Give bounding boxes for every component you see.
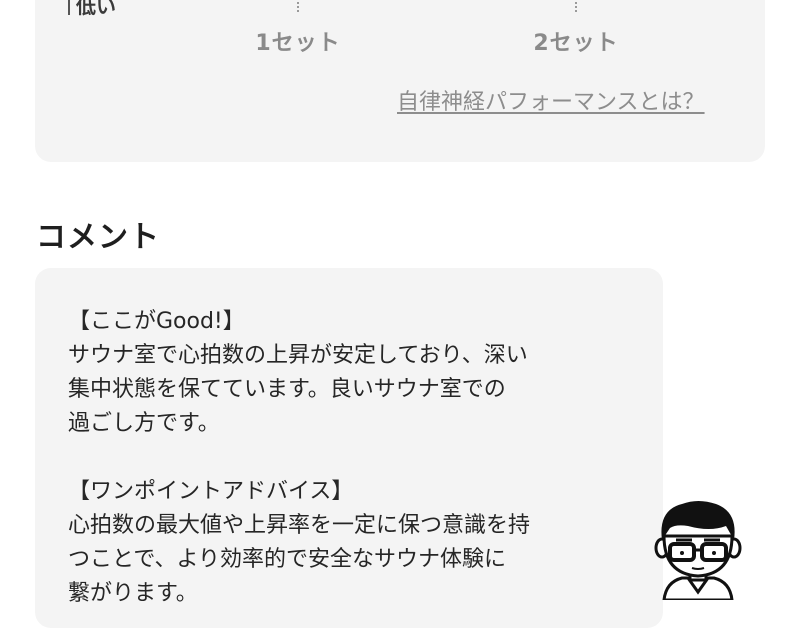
good-heading: 【ここがGood!】 [68, 309, 245, 334]
set-1-tick [297, 0, 299, 12]
set-2-label: 2セット [533, 31, 619, 56]
axis-low-label: 低い [68, 0, 116, 18]
autonomic-performance-info-link[interactable]: 自律神経パフォーマンスとは？ [397, 84, 705, 116]
advice-heading: 【ワンポイントアドバイス】 [68, 479, 354, 504]
performance-card [35, 0, 765, 162]
comment-text: 【ここがGood!】 サウナ室で心拍数の上昇が安定しており、深い 集中状態を保て… [68, 305, 608, 611]
good-line: 過ごし方です。 [68, 411, 220, 436]
set-1-label: 1セット [255, 31, 341, 56]
man-with-glasses-avatar-icon [654, 501, 742, 600]
advice-line: 心拍数の最大値や上昇率を一定に保つ意識を持 [68, 513, 531, 538]
advice-line: つことで、より効率的で安全なサウナ体験に [68, 547, 507, 572]
comment-section-title: コメント [36, 220, 160, 255]
axis-line [68, 0, 70, 15]
set-2-tick [575, 0, 577, 12]
low-label-text: 低い [76, 0, 116, 18]
good-line: 集中状態を保てています。良いサウナ室での [68, 377, 506, 402]
advice-line: 繋がります。 [68, 581, 198, 606]
good-line: サウナ室で心拍数の上昇が安定しており、深い [68, 343, 528, 368]
